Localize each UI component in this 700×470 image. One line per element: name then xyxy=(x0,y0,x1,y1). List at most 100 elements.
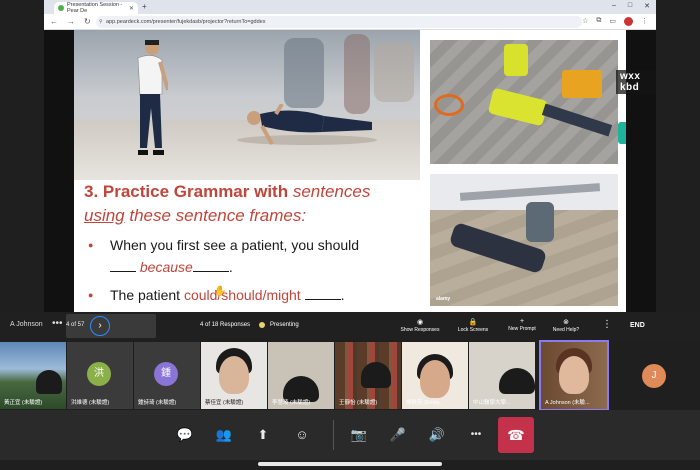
tab-presentation-session[interactable]: Presentation Session - Pear De ✕ xyxy=(54,2,138,14)
participant-avatar: 鍾 xyxy=(154,362,178,386)
participant-name: 洪維德 (未驗證) xyxy=(71,400,110,406)
participant-tile-extra[interactable]: J xyxy=(614,342,694,409)
need-help-button[interactable]: ⊗ Need Help? xyxy=(550,318,582,333)
photo-rescuer xyxy=(526,202,554,242)
new-prompt-button[interactable]: + New Prompt xyxy=(504,318,540,332)
illustration-security-guard-and-collapsed-man xyxy=(74,30,420,180)
forward-icon[interactable]: → xyxy=(67,17,75,26)
participant-name: 柳秋芳 (Emily... xyxy=(406,400,444,406)
mouse-cursor-icon: ✋ xyxy=(214,286,227,297)
participant-video xyxy=(559,356,589,394)
heading-using: using xyxy=(84,206,125,225)
collapsed-man-figure xyxy=(237,104,377,145)
participant-video xyxy=(36,370,62,394)
participant-video xyxy=(361,362,391,388)
speaker-icon[interactable]: 🔊 xyxy=(425,423,449,447)
show-responses-button[interactable]: ◉ Show Responses xyxy=(398,318,442,333)
next-slide-button[interactable]: › xyxy=(90,316,110,336)
url-field[interactable]: ⚲ app.peardeck.com/presenter/fujekdasb/p… xyxy=(96,16,582,28)
blank-line xyxy=(304,288,341,300)
background-figure xyxy=(284,38,324,108)
slide-text: 3. Practice Grammar with sentences using… xyxy=(84,180,424,312)
presentation-stage: 3. Practice Grammar with sentences using… xyxy=(44,30,656,312)
peardeck-side-tab[interactable] xyxy=(618,122,626,144)
slide-heading: 3. Practice Grammar with sentences using… xyxy=(84,180,424,228)
controls-separator xyxy=(333,420,334,450)
reload-icon[interactable]: ↻ xyxy=(84,17,91,26)
heading-bold: 3. Practice Grammar with xyxy=(84,182,289,201)
frame-1-because: because xyxy=(139,259,193,275)
lock-screens-button[interactable]: 🔒 Lock Screens xyxy=(454,318,492,333)
extensions-icon[interactable]: ⧉ xyxy=(596,17,601,26)
photo-airport-victim: alamy xyxy=(430,174,618,306)
presenting-status-dot xyxy=(259,322,265,328)
participant-name: 王靜怡 (未驗證) xyxy=(339,400,378,406)
lock-screens-label: Lock Screens xyxy=(457,327,489,333)
new-tab-button[interactable]: + xyxy=(142,2,147,11)
site-info-icon[interactable]: ⚲ xyxy=(99,16,103,28)
background-figure xyxy=(374,42,414,102)
close-window-button[interactable]: ✕ xyxy=(644,2,650,10)
chat-icon[interactable]: 💬 xyxy=(173,423,197,447)
side-panel-icon[interactable]: ▭ xyxy=(609,17,616,26)
participant-tile[interactable]: 中山醫學大學... xyxy=(469,342,535,409)
participant-name: 黃正宜 (未驗證) xyxy=(4,400,43,406)
overlay-badge: wxx kbd xyxy=(616,70,656,94)
participant-video xyxy=(420,360,450,398)
plus-icon: + xyxy=(519,318,525,325)
participant-tile[interactable]: 洪 洪維德 (未驗證) xyxy=(67,342,133,409)
presenter-more-button[interactable]: ••• xyxy=(52,318,63,329)
blank-line xyxy=(192,260,229,272)
people-icon[interactable]: 👥 xyxy=(212,423,236,447)
participant-tile[interactable]: 鍾 鍾詩琦 (未驗證) xyxy=(134,342,200,409)
nav-buttons: ← → ↻ xyxy=(50,17,91,26)
photo-paramedics-on-ground xyxy=(430,40,618,164)
mic-off-icon[interactable]: 🎤 xyxy=(386,423,410,447)
frame-2-period: . xyxy=(340,287,345,303)
url-text: app.peardeck.com/presenter/fujekdasb/pro… xyxy=(106,19,266,25)
bookmark-star-icon[interactable]: ☆ xyxy=(582,17,588,26)
reactions-icon[interactable]: ☺ xyxy=(290,423,314,447)
ipad-screen: Presentation Session - Pear De ✕ + – □ ✕… xyxy=(0,0,700,470)
participant-name: 李慧琦 (未驗證) xyxy=(272,400,311,406)
meeting-controls: 💬 👥 ⬆ ☺ 📷 🎤 🔊 ••• ☎ xyxy=(0,410,700,460)
eye-icon: ◉ xyxy=(416,319,424,326)
heading-italic-rest: these sentence frames: xyxy=(129,206,307,225)
share-icon[interactable]: ⬆ xyxy=(251,423,275,447)
participant-tile-active-speaker[interactable]: A Johnson (未驗... xyxy=(539,340,609,411)
participant-name: 蔡佳宜 (未驗證) xyxy=(205,400,244,406)
lock-icon: 🔒 xyxy=(468,319,478,326)
background-figure xyxy=(344,34,370,114)
kebab-menu-icon[interactable]: ⋮ xyxy=(602,319,612,330)
browser-toolbar: ☆ ⧉ ▭ ⋮ xyxy=(582,17,648,26)
more-options-icon[interactable]: ••• xyxy=(464,423,488,447)
home-indicator[interactable] xyxy=(258,462,442,466)
minimize-button[interactable]: – xyxy=(612,2,616,10)
photo-credit: alamy xyxy=(436,296,451,302)
show-responses-label: Show Responses xyxy=(400,327,440,333)
participant-tile[interactable]: 王靜怡 (未驗證) xyxy=(335,342,401,409)
participant-tile[interactable]: 黃正宜 (未驗證) xyxy=(0,342,66,409)
participant-tile[interactable]: 蔡佳宜 (未驗證) xyxy=(201,342,267,409)
leave-call-button[interactable]: ☎ xyxy=(498,417,534,453)
heading-italic: sentences xyxy=(292,182,371,201)
responses-count: 4 of 18 Responses xyxy=(200,322,251,328)
window-controls: – □ ✕ xyxy=(612,2,650,10)
frame-2-text: The patient xyxy=(110,287,181,303)
chrome-menu-icon[interactable]: ⋮ xyxy=(641,17,648,26)
presenting-status: Presenting xyxy=(270,322,299,328)
maximize-button[interactable]: □ xyxy=(628,2,632,10)
profile-avatar-icon[interactable] xyxy=(624,17,633,26)
frame-1-period: . xyxy=(228,259,233,275)
sentence-frame-1: When you first see a patient, you should… xyxy=(84,234,424,278)
camera-off-icon[interactable]: 📷 xyxy=(347,423,371,447)
participant-name: 鍾詩琦 (未驗證) xyxy=(138,400,177,406)
help-icon: ⊗ xyxy=(563,319,569,326)
presenter-name: A Johnson xyxy=(10,321,43,328)
back-icon[interactable]: ← xyxy=(50,17,58,26)
participant-tile[interactable]: 李慧琦 (未驗證) xyxy=(268,342,334,409)
participant-name: A Johnson (未驗... xyxy=(545,400,590,406)
end-session-button[interactable]: END xyxy=(630,322,645,329)
participant-tile[interactable]: 柳秋芳 (Emily... xyxy=(402,342,468,409)
tab-close-icon[interactable]: ✕ xyxy=(129,5,134,12)
